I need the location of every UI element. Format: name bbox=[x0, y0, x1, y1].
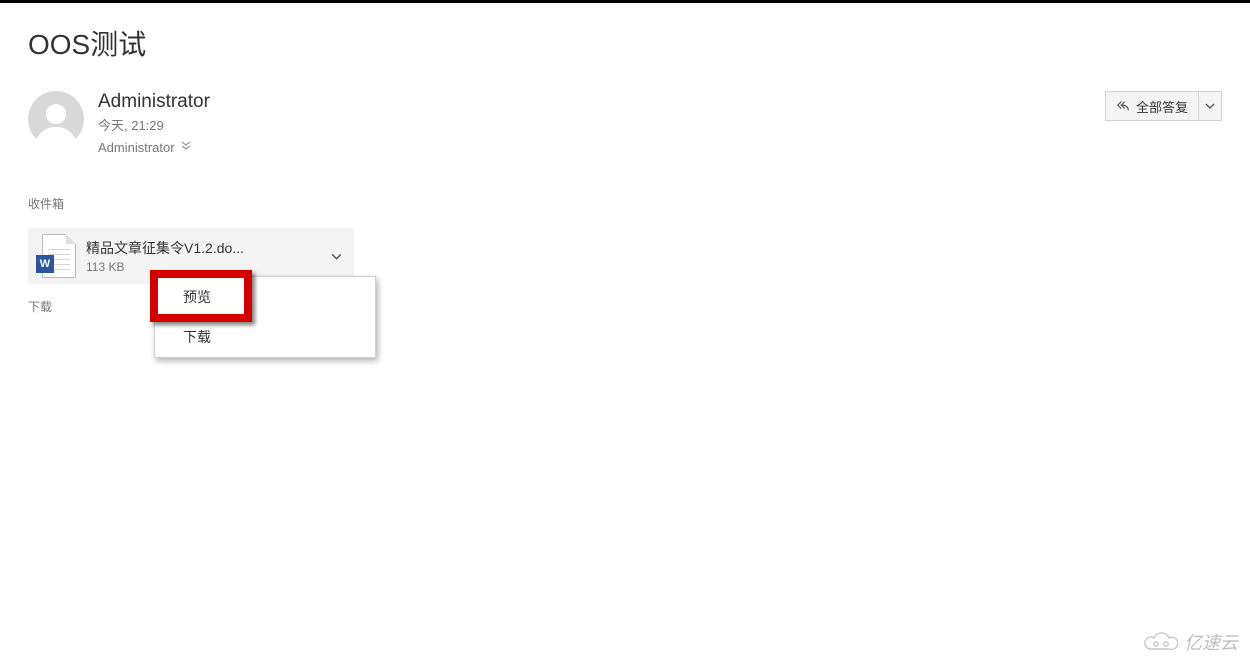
reply-all-label: 全部答复 bbox=[1136, 97, 1188, 116]
message-header: Administrator 今天, 21:29 Administrator 全部… bbox=[28, 91, 1222, 155]
attachment-area: W 精品文章征集令V1.2.do... 113 KB 下载 预览 下载 bbox=[28, 228, 1222, 315]
attachment-dropdown: 预览 下载 bbox=[154, 276, 376, 358]
sender-name: Administrator bbox=[98, 91, 1105, 113]
file-info: 精品文章征集令V1.2.do... 113 KB bbox=[86, 238, 316, 274]
reply-all-button[interactable]: 全部答复 bbox=[1105, 91, 1198, 121]
folder-label: 收件箱 bbox=[28, 195, 1222, 212]
word-file-icon: W bbox=[36, 233, 76, 279]
attachment-menu-button[interactable] bbox=[326, 246, 346, 266]
file-name: 精品文章征集令V1.2.do... bbox=[86, 238, 316, 258]
cloud-logo-icon bbox=[1144, 631, 1178, 653]
chevron-down-icon bbox=[331, 251, 342, 262]
file-size: 113 KB bbox=[86, 260, 316, 274]
chevron-down-icon bbox=[1205, 101, 1215, 111]
sent-timestamp: 今天, 21:29 bbox=[98, 115, 1105, 134]
sender-info: Administrator 今天, 21:29 Administrator bbox=[98, 91, 1105, 155]
watermark-text: 亿速云 bbox=[1184, 629, 1238, 655]
reply-all-icon bbox=[1116, 99, 1130, 113]
recipient-line[interactable]: Administrator bbox=[98, 140, 1105, 155]
chevron-double-down-icon bbox=[181, 141, 191, 154]
sender-avatar bbox=[28, 91, 84, 147]
word-badge: W bbox=[36, 255, 54, 273]
preview-menu-item[interactable]: 预览 bbox=[155, 277, 375, 317]
watermark: 亿速云 bbox=[1144, 629, 1238, 655]
email-subject: OOS测试 bbox=[28, 23, 1222, 63]
reply-actions: 全部答复 bbox=[1105, 91, 1222, 121]
download-menu-item[interactable]: 下载 bbox=[155, 317, 375, 357]
recipient-name: Administrator bbox=[98, 140, 175, 155]
reply-dropdown-button[interactable] bbox=[1198, 91, 1222, 121]
